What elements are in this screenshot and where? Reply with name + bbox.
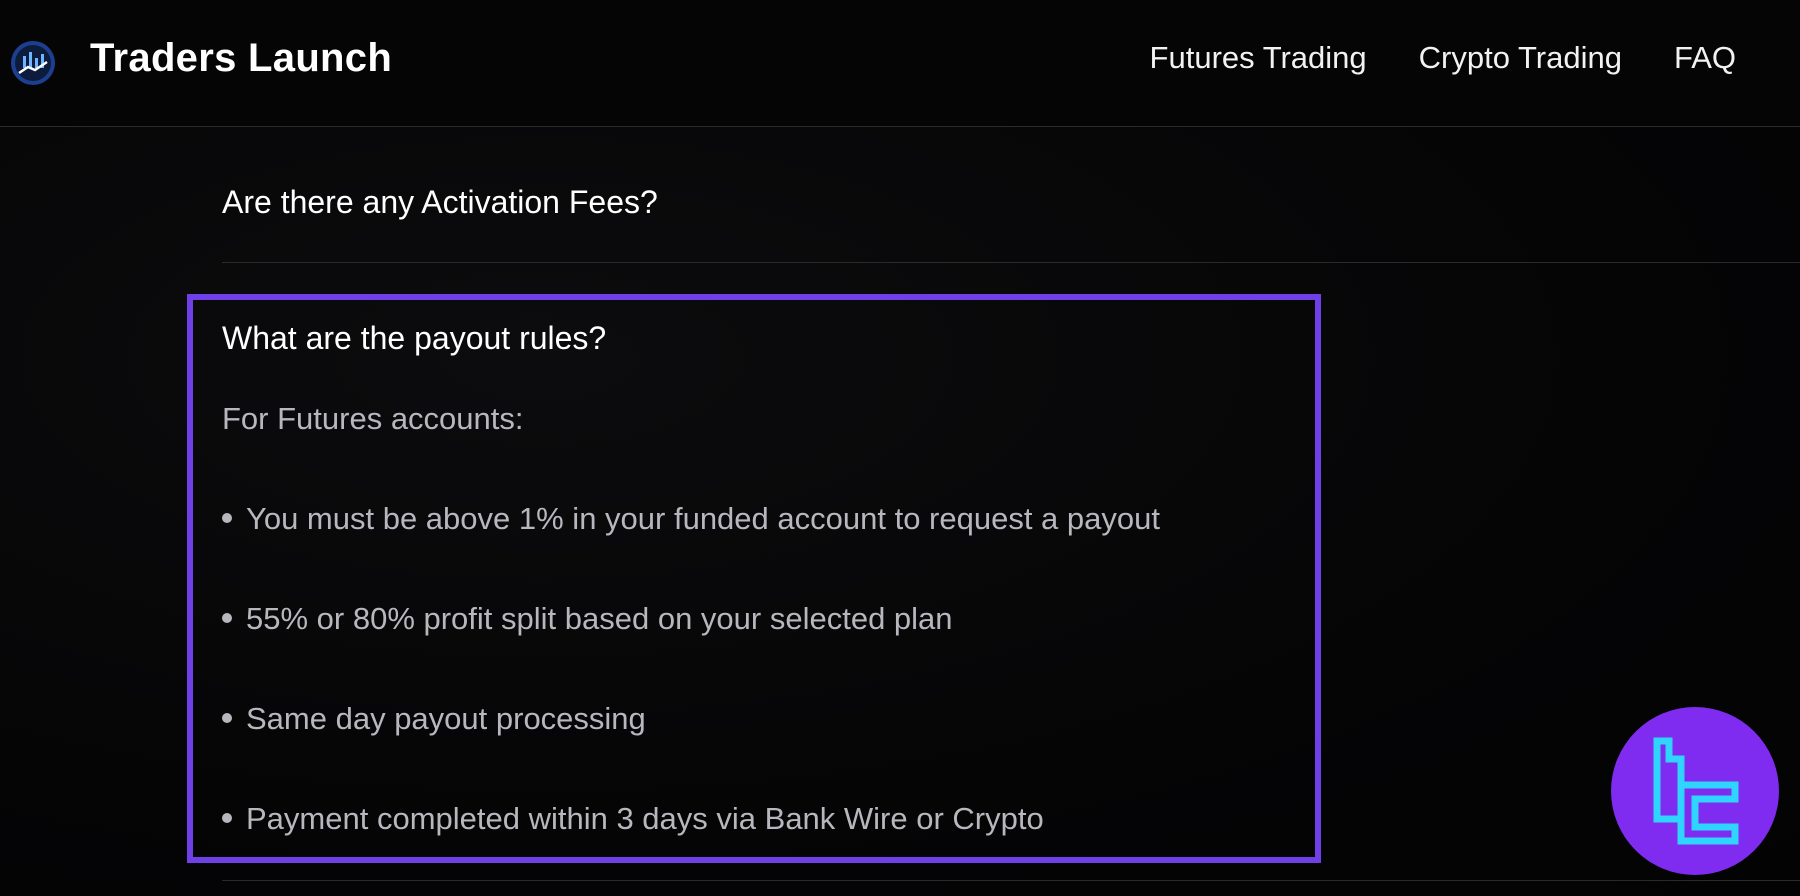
nav-link-futures-trading[interactable]: Futures Trading: [1150, 40, 1367, 76]
nav-link-faq[interactable]: FAQ: [1674, 40, 1736, 76]
faq-divider: [222, 880, 1800, 881]
nav-link-crypto-trading[interactable]: Crypto Trading: [1419, 40, 1622, 76]
faq-item-payout-rules[interactable]: What are the payout rules?: [222, 320, 1800, 357]
bullet-dot: [222, 812, 232, 823]
faq-question[interactable]: Are there any Activation Fees?: [222, 184, 1800, 221]
main-nav: Futures Trading Crypto Trading FAQ: [1150, 40, 1736, 76]
answer-bullet-text: Same day payout processing: [246, 701, 646, 736]
faq-item-activation-fees[interactable]: Are there any Activation Fees?: [222, 184, 1800, 221]
answer-bullet: Payment completed within 3 days via Bank…: [222, 801, 1044, 837]
bullet-dot: [222, 612, 232, 623]
answer-bullet-text: You must be above 1% in your funded acco…: [246, 501, 1160, 536]
tradingfinder-logo-icon: [1611, 707, 1779, 875]
highlight-frame: [187, 294, 1321, 863]
chart-logo-icon[interactable]: [10, 40, 56, 86]
answer-bullet: Same day payout processing: [222, 701, 646, 737]
answer-bullet-text: 55% or 80% profit split based on your se…: [246, 601, 953, 636]
bullet-dot: [222, 512, 232, 523]
answer-intro: For Futures accounts:: [222, 401, 524, 436]
brand-name[interactable]: Traders Launch: [90, 36, 392, 81]
faq-divider: [222, 262, 1800, 263]
bullet-dot: [222, 712, 232, 723]
page: Traders Launch Futures Trading Crypto Tr…: [0, 0, 1800, 896]
answer-bullet: 55% or 80% profit split based on your se…: [222, 601, 953, 637]
site-header: Traders Launch Futures Trading Crypto Tr…: [0, 0, 1800, 127]
faq-question[interactable]: What are the payout rules?: [222, 320, 1800, 357]
answer-bullet-text: Payment completed within 3 days via Bank…: [246, 801, 1044, 836]
answer-bullet: You must be above 1% in your funded acco…: [222, 501, 1160, 537]
